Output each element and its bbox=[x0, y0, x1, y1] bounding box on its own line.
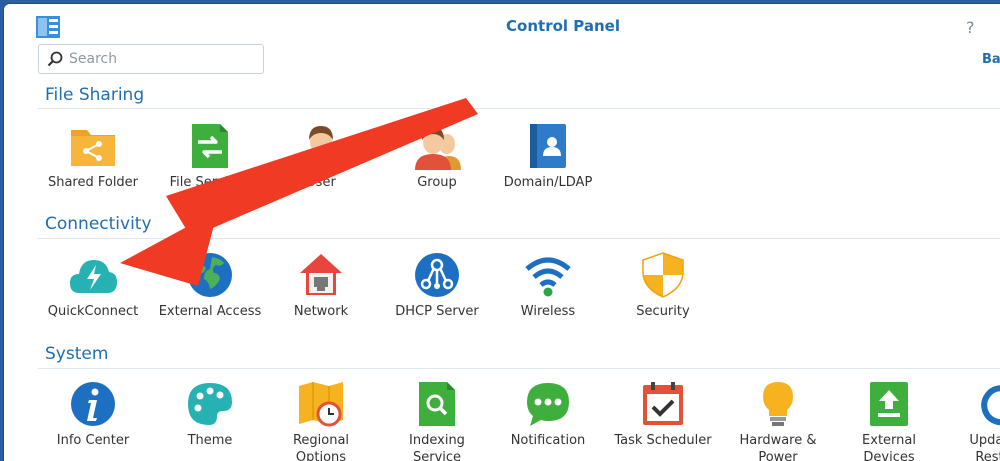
tile-security[interactable]: Security bbox=[609, 251, 717, 331]
title-bar: Control Panel ? bbox=[4, 4, 1000, 44]
user-icon bbox=[301, 126, 341, 170]
tile-label: Update & Restore bbox=[969, 433, 1000, 461]
task-scheduler-icon bbox=[643, 382, 683, 425]
tile-indexing-service[interactable]: Indexing Service bbox=[383, 380, 491, 461]
section-title-system: System bbox=[45, 344, 109, 364]
tile-domain-ldap[interactable]: Domain/LDAP bbox=[494, 122, 602, 202]
section-title-connectivity: Connectivity bbox=[45, 214, 152, 234]
tile-label: Wireless bbox=[520, 304, 576, 319]
tile-hardware-power[interactable]: Hardware & Power bbox=[724, 380, 832, 461]
tile-file-services[interactable]: File Services bbox=[156, 122, 264, 202]
section-divider bbox=[38, 238, 1000, 239]
search-input[interactable] bbox=[69, 49, 254, 69]
section-divider bbox=[38, 108, 1000, 109]
window-title: Control Panel bbox=[506, 17, 620, 35]
network-icon bbox=[300, 254, 342, 295]
regional-options-icon bbox=[299, 382, 343, 427]
group-icon bbox=[415, 127, 461, 170]
theme-icon bbox=[188, 383, 232, 425]
notification-icon bbox=[527, 383, 569, 426]
tile-label: Regional Options bbox=[292, 433, 350, 461]
tile-label: Shared Folder bbox=[47, 175, 139, 190]
tile-label: Security bbox=[636, 304, 690, 319]
control-panel-window: Control Panel ? Ba File Sharing Shared F… bbox=[4, 4, 1000, 461]
tile-wireless[interactable]: Wireless bbox=[494, 251, 602, 331]
tile-theme[interactable]: Theme bbox=[156, 380, 264, 460]
tile-regional-options[interactable]: Regional Options bbox=[267, 380, 375, 461]
search-box[interactable] bbox=[38, 44, 264, 74]
tile-quickconnect[interactable]: QuickConnect bbox=[39, 251, 147, 331]
tile-label: Notification bbox=[510, 433, 586, 448]
tile-label: Group bbox=[417, 175, 457, 190]
tile-group[interactable]: Group bbox=[383, 122, 491, 202]
tile-label: External Access bbox=[158, 304, 262, 319]
security-icon bbox=[642, 252, 684, 298]
tile-label: User bbox=[306, 175, 336, 190]
tile-external-access[interactable]: External Access bbox=[156, 251, 264, 331]
wireless-icon bbox=[525, 257, 571, 297]
tile-external-devices[interactable]: External Devices bbox=[835, 380, 943, 461]
tile-label: Task Scheduler bbox=[614, 433, 712, 448]
tile-label: External Devices bbox=[862, 433, 916, 461]
dhcp-server-icon bbox=[415, 253, 459, 297]
tile-label: Theme bbox=[187, 433, 233, 448]
tile-label: QuickConnect bbox=[47, 304, 139, 319]
tile-network[interactable]: Network bbox=[267, 251, 375, 331]
indexing-service-icon bbox=[419, 382, 455, 426]
external-access-icon bbox=[188, 253, 232, 297]
tile-update-restore[interactable]: Update & Restore bbox=[946, 380, 1000, 461]
tile-label: DHCP Server bbox=[395, 304, 479, 319]
tile-user[interactable]: User bbox=[267, 122, 375, 202]
tile-shared-folder[interactable]: Shared Folder bbox=[39, 122, 147, 202]
help-icon[interactable]: ? bbox=[966, 18, 975, 37]
external-devices-icon bbox=[870, 382, 908, 426]
section-divider bbox=[38, 368, 1000, 369]
section-title-file-sharing: File Sharing bbox=[45, 85, 145, 105]
tile-label: Network bbox=[293, 304, 349, 319]
info-center-icon bbox=[71, 382, 115, 426]
back-button[interactable]: Ba bbox=[982, 52, 1000, 67]
search-icon bbox=[47, 51, 63, 67]
tile-label: Info Center bbox=[56, 433, 130, 448]
hardware-power-icon bbox=[763, 382, 793, 426]
domain-ldap-icon bbox=[530, 124, 566, 168]
tile-dhcp-server[interactable]: DHCP Server bbox=[383, 251, 491, 331]
tile-label: Domain/LDAP bbox=[503, 175, 593, 190]
file-services-icon bbox=[192, 124, 228, 168]
tile-label: File Services bbox=[169, 175, 251, 190]
tile-task-scheduler[interactable]: Task Scheduler bbox=[609, 380, 717, 460]
update-restore-icon bbox=[981, 385, 1000, 426]
tile-notification[interactable]: Notification bbox=[494, 380, 602, 460]
shared-folder-icon bbox=[71, 130, 115, 166]
tile-label: Indexing Service bbox=[409, 433, 465, 461]
tile-label: Hardware & Power bbox=[739, 433, 817, 461]
quickconnect-icon bbox=[70, 260, 117, 293]
tile-info-center[interactable]: Info Center bbox=[39, 380, 147, 460]
